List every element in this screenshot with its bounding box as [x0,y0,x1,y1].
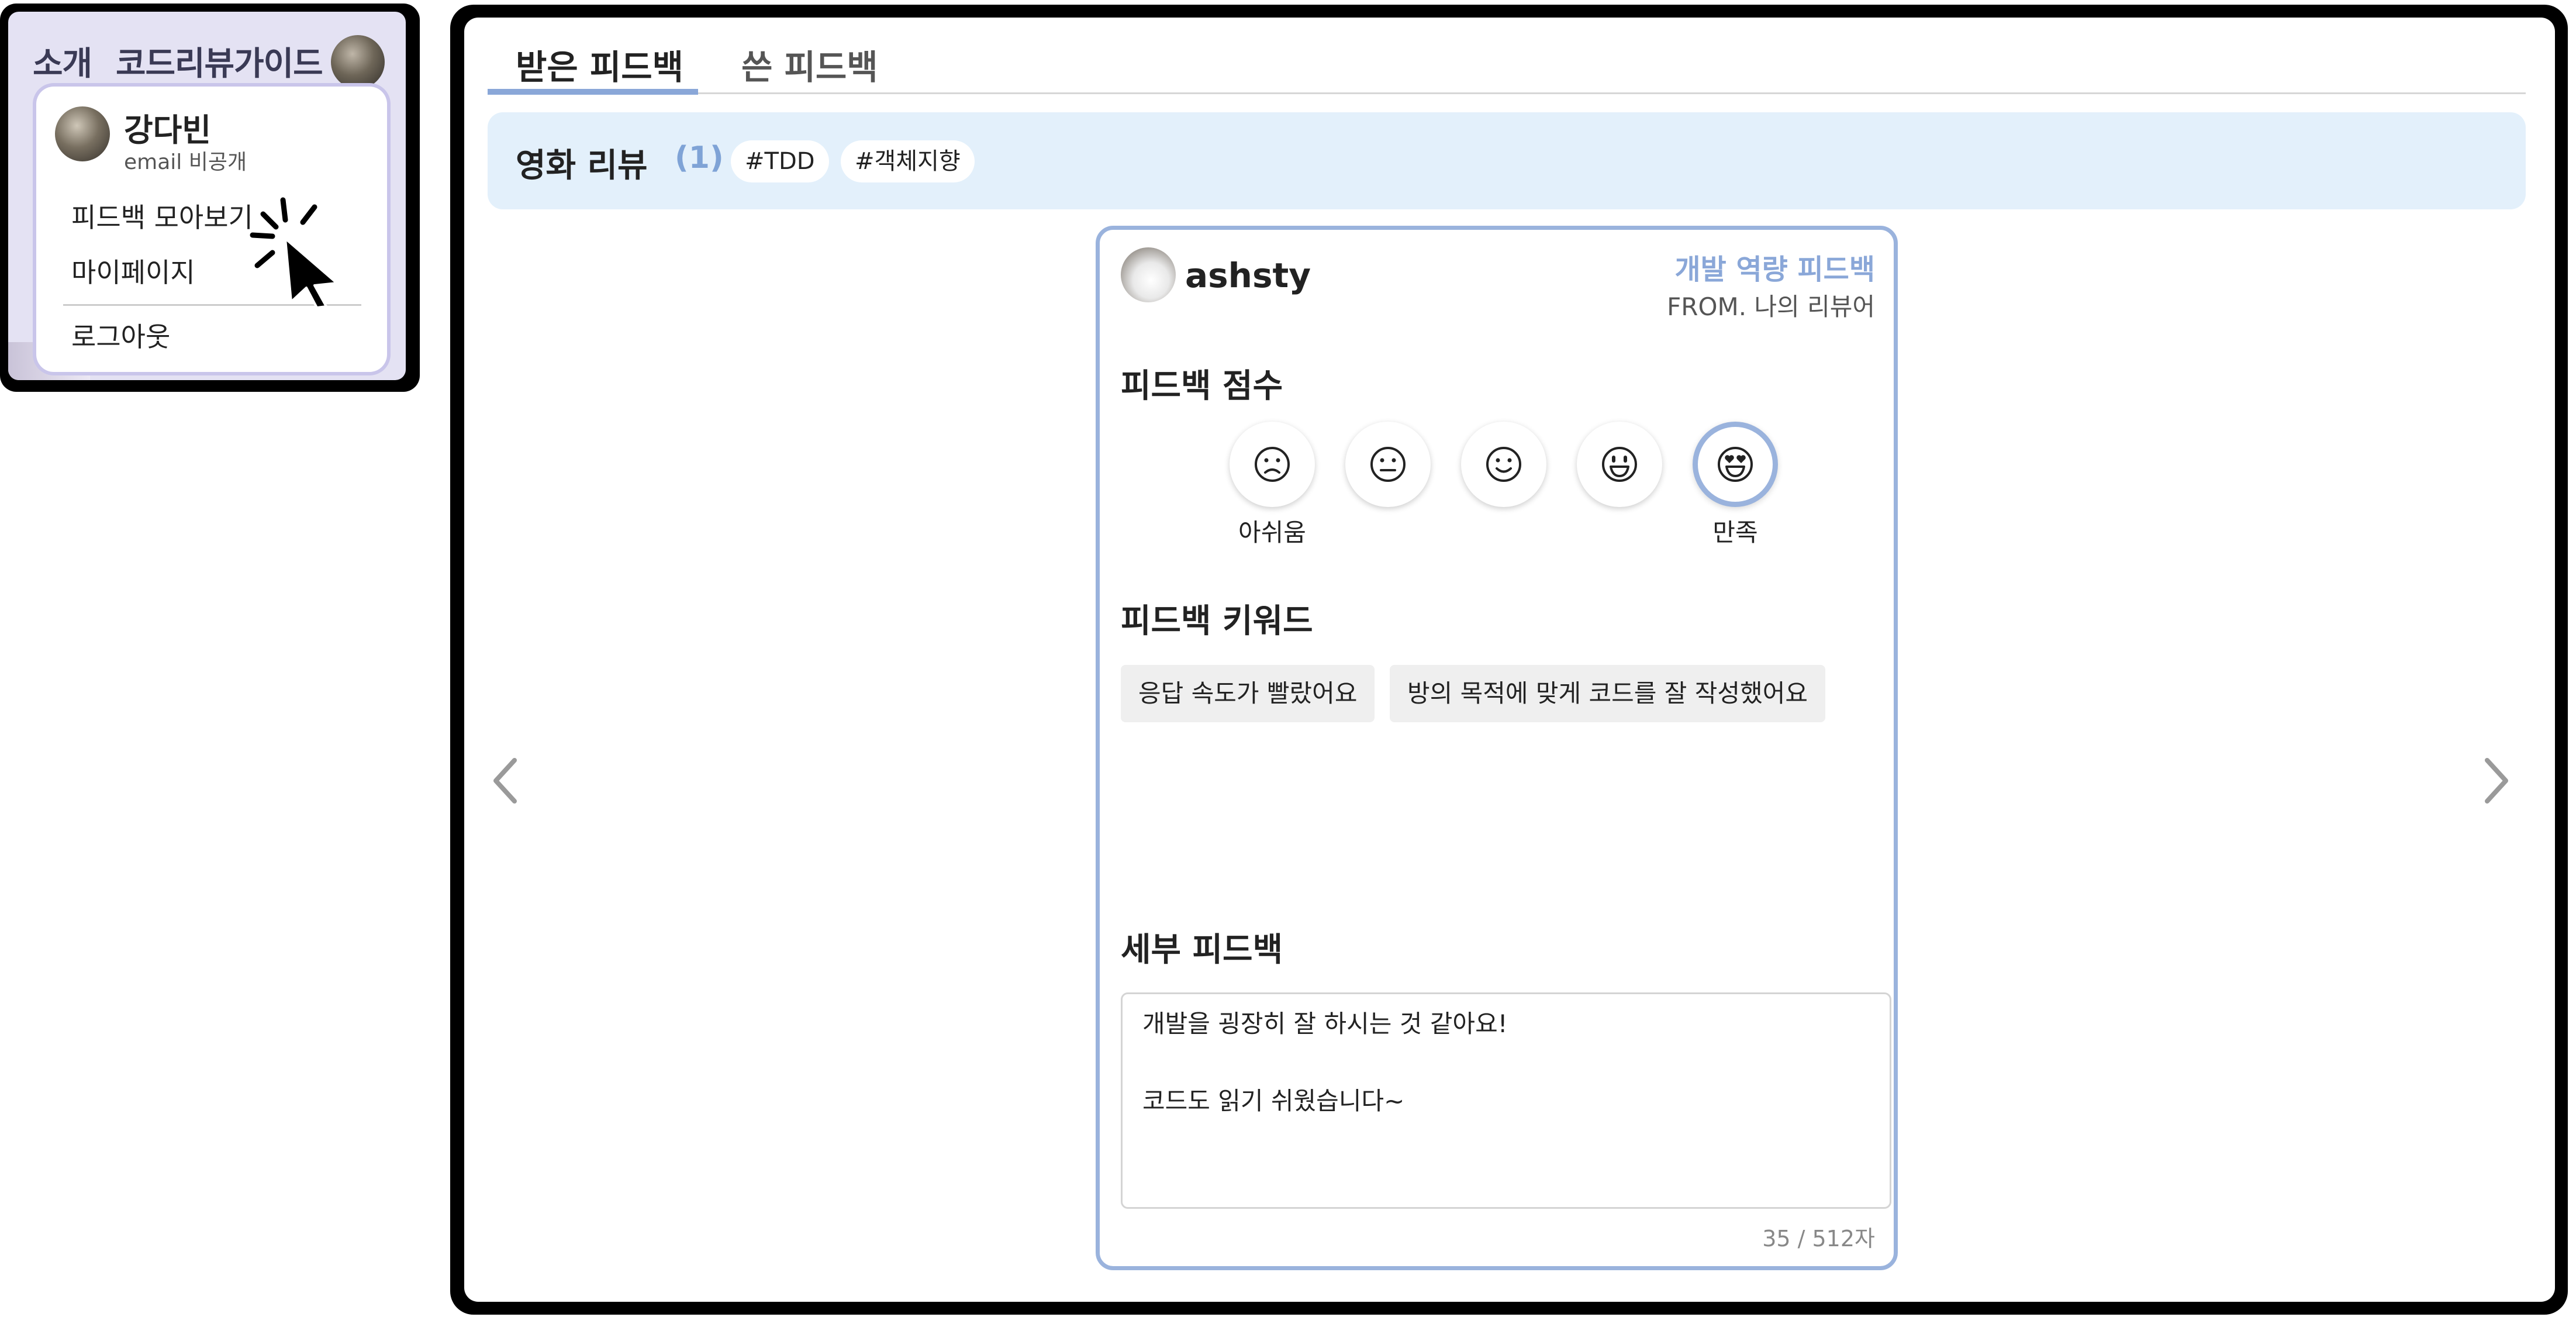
menu-item-mypage[interactable]: 마이페이지 [71,251,195,290]
score-option-1: 아쉬움 [1228,422,1316,549]
main-window: 받은 피드백 쓴 피드백 영화 리뷰 (1) #TDD #객체지향 ashsty… [464,18,2555,1302]
main-window-frame: 받은 피드백 쓴 피드백 영화 리뷰 (1) #TDD #객체지향 ashsty… [450,5,2568,1315]
frown-face-icon [1230,422,1315,507]
nav-avatar[interactable] [331,35,385,89]
grin-face-icon [1577,422,1662,507]
nav-link-code-review-guide[interactable]: 코드리뷰가이드 [116,37,323,85]
room-feedback-count: (1) [675,140,724,175]
tab-received-feedback[interactable]: 받은 피드백 [516,40,683,89]
feedback-card: ashsty 개발 역량 피드백 FROM. 나의 리뷰어 피드백 점수 아쉬움 [1096,226,1898,1270]
feedback-from: FROM. 나의 리뷰어 [1667,292,1875,321]
score-option-2 [1344,422,1432,507]
feedback-tabs: 받은 피드백 쓴 피드백 [488,18,2526,95]
reviewer-username: ashsty [1185,256,1311,295]
score-label: 만족 [1712,518,1758,547]
prev-arrow-icon[interactable] [488,754,523,807]
avatar [55,106,110,161]
profile-popup-frame: 소개 코드리뷰가이드 강다빈 email 비공개 피드백 모아보기 마이페이지 … [0,4,420,392]
heart-eyes-face-icon [1693,422,1778,507]
score-label: 아쉬움 [1238,518,1306,547]
score-option-4 [1576,422,1663,507]
tab-baseline [488,92,2526,94]
keyword-chip: 방의 목적에 맞게 코드를 잘 작성했어요 [1390,665,1825,722]
avatar [1121,247,1176,302]
detail-feedback-textarea[interactable]: 개발을 굉장히 잘 하시는 것 같아요! 코드도 읽기 쉬웠습니다~ [1121,992,1891,1209]
smile-face-icon [1461,422,1546,507]
profile-popup: 소개 코드리뷰가이드 강다빈 email 비공개 피드백 모아보기 마이페이지 … [8,12,406,380]
keyword-chip: 응답 속도가 빨랐어요 [1121,665,1375,722]
score-section-title: 피드백 점수 [1121,367,1283,405]
menu-item-feedback-collection[interactable]: 피드백 모아보기 [71,196,253,235]
profile-name: 강다빈 [124,112,212,149]
click-cursor-icon [249,196,366,309]
profile-email: email 비공개 [124,150,247,174]
score-option-3 [1460,422,1548,507]
detail-text-line: 코드도 읽기 쉬웠습니다~ [1142,1087,1405,1115]
tab-active-indicator [488,89,698,95]
tab-written-feedback[interactable]: 쓴 피드백 [741,40,878,89]
detail-text-line [1142,1043,1870,1082]
keyword-section-title: 피드백 키워드 [1121,602,1313,640]
detail-text-line: 개발을 굉장히 잘 하시는 것 같아요! [1142,1009,1508,1038]
top-navbar: 소개 코드리뷰가이드 [8,12,406,89]
room-tag: #TDD [731,140,829,182]
character-count: 35 / 512자 [1762,1226,1875,1252]
detail-section-title: 세부 피드백 [1121,931,1283,969]
feedback-type: 개발 역량 피드백 [1674,253,1875,286]
menu-item-logout[interactable]: 로그아웃 [71,316,170,354]
room-title: 영화 리뷰 [516,147,648,185]
room-tag: #객체지향 [841,140,975,182]
score-option-5: 만족 [1691,422,1779,549]
room-info-banner: 영화 리뷰 (1) #TDD #객체지향 [488,112,2526,209]
neutral-face-icon [1345,422,1431,507]
next-arrow-icon[interactable] [2479,754,2514,807]
nav-link-intro[interactable]: 소개 [33,37,92,85]
